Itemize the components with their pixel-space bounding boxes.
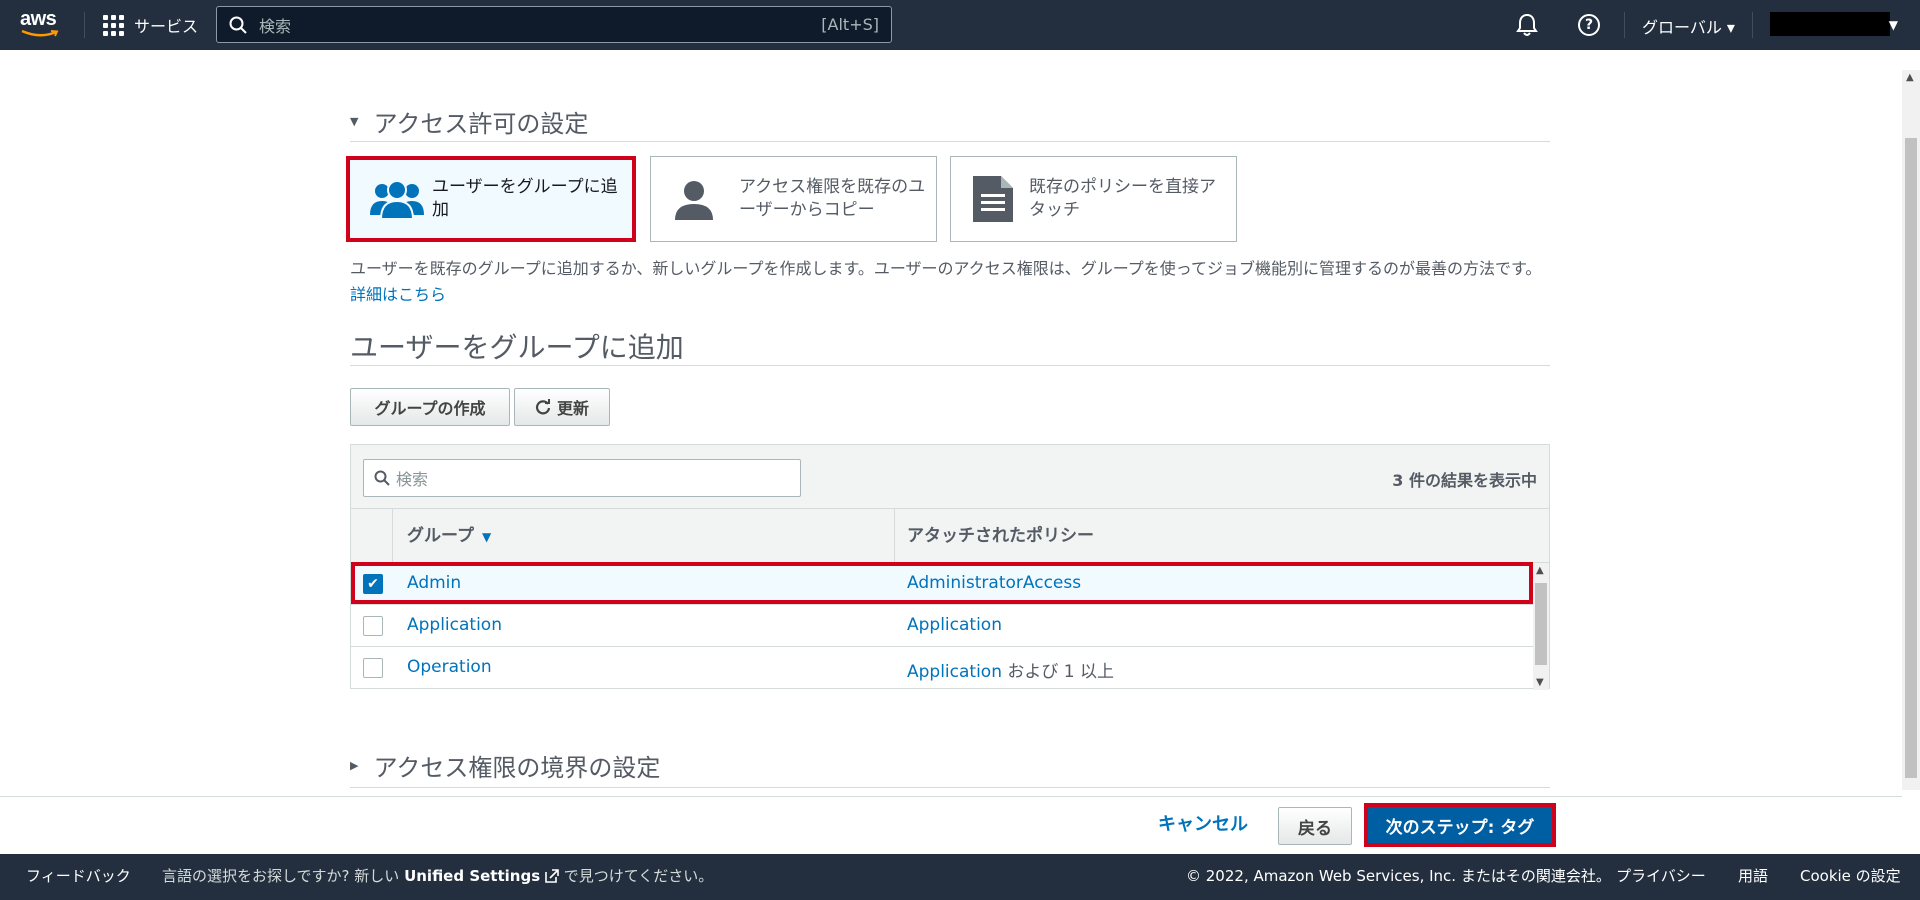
row-checkbox[interactable] bbox=[363, 658, 383, 678]
boundary-section-header[interactable]: ▶ アクセス権限の境界の設定 bbox=[350, 748, 1550, 788]
feedback-link[interactable]: フィードバック bbox=[26, 865, 131, 886]
row-checkbox[interactable]: ✔ bbox=[363, 574, 383, 594]
permissions-description: ユーザーを既存のグループに追加するか、新しいグループを作成します。ユーザーのアク… bbox=[350, 259, 1542, 304]
region-selector[interactable]: グローバル ▾ bbox=[1642, 14, 1735, 38]
global-search[interactable]: 検索 [Alt+S] bbox=[216, 6, 892, 43]
tile-copy-from-user[interactable]: アクセス権限を既存のユ ーザーからコピー bbox=[650, 156, 937, 242]
scroll-up-icon[interactable]: ▲ bbox=[1536, 565, 1544, 576]
scroll-thumb[interactable] bbox=[1905, 138, 1917, 778]
search-icon bbox=[229, 16, 247, 34]
table-header: グループ ▼ アタッチされたポリシー bbox=[351, 509, 1549, 563]
search-placeholder: 検索 bbox=[259, 16, 292, 36]
caret-right-icon: ▶ bbox=[350, 759, 359, 772]
search-placeholder: 検索 bbox=[396, 470, 429, 489]
aws-logo-text: aws bbox=[20, 8, 57, 30]
refresh-icon bbox=[535, 399, 551, 415]
table-row[interactable]: ✔ Admin AdministratorAccess bbox=[351, 563, 1533, 605]
results-count: 3 件の結果を表示中 bbox=[1392, 471, 1537, 490]
chevron-down-icon: ▼ bbox=[1888, 18, 1898, 32]
notifications-icon[interactable] bbox=[1516, 13, 1538, 41]
group-users-icon bbox=[370, 180, 424, 220]
nav-divider bbox=[84, 12, 85, 38]
account-menu[interactable]: ▼ bbox=[1770, 12, 1898, 36]
services-menu[interactable]: サービス bbox=[103, 13, 198, 37]
top-navigation: aws サービス 検索 [Alt+S] ? グローバル ▾ ▼ bbox=[0, 0, 1920, 50]
external-link-icon bbox=[545, 869, 559, 883]
cancel-button[interactable]: キャンセル bbox=[1158, 809, 1248, 841]
create-group-button[interactable]: グループの作成 bbox=[350, 388, 510, 426]
table-row[interactable]: Application Application bbox=[351, 605, 1533, 647]
group-name-link[interactable]: Application bbox=[407, 615, 502, 635]
scroll-up-icon[interactable]: ▲ bbox=[1906, 72, 1914, 83]
column-header-policies[interactable]: アタッチされたポリシー bbox=[907, 509, 1507, 563]
privacy-link[interactable]: プライバシー bbox=[1616, 865, 1706, 886]
wizard-action-bar: キャンセル 戻る 次のステップ: タグ bbox=[0, 796, 1902, 854]
group-name-link[interactable]: Admin bbox=[407, 573, 461, 593]
language-notice: 言語の選択をお探しですか? 新しい Unified Settings で見つけて… bbox=[162, 867, 714, 885]
tile-label: アクセス権限を既存のユ ーザーからコピー bbox=[739, 177, 926, 220]
user-icon bbox=[675, 181, 713, 220]
cookie-settings-link[interactable]: Cookie の設定 bbox=[1800, 865, 1901, 886]
group-section-title: ユーザーをグループに追加 bbox=[350, 326, 1550, 366]
policy-cell: AdministratorAccess bbox=[907, 573, 1081, 593]
apps-grid-icon bbox=[103, 14, 124, 36]
copyright: © 2022, Amazon Web Services, Inc. またはその関… bbox=[1186, 867, 1611, 885]
console-footer: フィードバック 言語の選択をお探しですか? 新しい Unified Settin… bbox=[0, 854, 1920, 900]
services-label: サービス bbox=[134, 17, 199, 36]
sort-desc-icon: ▼ bbox=[481, 530, 492, 544]
aws-logo[interactable]: aws bbox=[20, 9, 62, 41]
table-row[interactable]: Operation Application および 1 以上 bbox=[351, 647, 1533, 689]
column-header-group[interactable]: グループ ▼ bbox=[393, 509, 895, 563]
next-step-tags-button[interactable]: 次のステップ: タグ bbox=[1364, 803, 1556, 847]
group-search-input[interactable]: 検索 bbox=[363, 459, 801, 497]
scroll-thumb[interactable] bbox=[1535, 583, 1547, 665]
tile-attach-policies[interactable]: 既存のポリシーを直接ア タッチ bbox=[950, 156, 1237, 242]
permissions-section-header[interactable]: ▼ アクセス許可の設定 bbox=[350, 104, 1550, 142]
document-icon bbox=[973, 176, 1013, 222]
unified-settings-link[interactable]: Unified Settings bbox=[404, 867, 540, 885]
tile-label: ユーザーをグループに追 加 bbox=[432, 177, 618, 220]
policy-cell: Application bbox=[907, 615, 1002, 635]
search-shortcut: [Alt+S] bbox=[821, 15, 879, 34]
policy-link[interactable]: Application bbox=[907, 662, 1002, 682]
tile-label: 既存のポリシーを直接ア タッチ bbox=[1029, 177, 1216, 220]
aws-smile-icon bbox=[21, 29, 59, 37]
permissions-section-title: アクセス許可の設定 bbox=[373, 110, 589, 138]
policy-link[interactable]: Application bbox=[907, 615, 1002, 635]
caret-down-icon: ▼ bbox=[350, 115, 359, 128]
nav-divider bbox=[1624, 12, 1625, 38]
scroll-down-icon[interactable]: ▼ bbox=[1536, 677, 1544, 688]
group-name-link[interactable]: Operation bbox=[407, 657, 492, 677]
table-scrollbar[interactable]: ▲ ▼ bbox=[1533, 563, 1549, 690]
header-select-cell bbox=[351, 509, 393, 563]
nav-divider bbox=[1752, 12, 1753, 38]
groups-table: 検索 3 件の結果を表示中 グループ ▼ アタッチされたポリシー ✔ Admin … bbox=[350, 444, 1550, 690]
back-button[interactable]: 戻る bbox=[1278, 807, 1352, 845]
policy-link[interactable]: AdministratorAccess bbox=[907, 573, 1081, 593]
tile-add-user-to-group[interactable]: ユーザーをグループに追 加 bbox=[346, 156, 636, 242]
policy-cell: Application および 1 以上 bbox=[907, 662, 1115, 682]
boundary-section-title: アクセス権限の境界の設定 bbox=[373, 754, 661, 782]
terms-link[interactable]: 用語 bbox=[1738, 865, 1768, 886]
page-scrollbar[interactable]: ▲ bbox=[1902, 70, 1920, 790]
details-link[interactable]: 詳細はこちら bbox=[350, 285, 446, 304]
search-icon bbox=[374, 470, 390, 486]
help-icon[interactable]: ? bbox=[1578, 14, 1600, 36]
row-checkbox[interactable] bbox=[363, 616, 383, 636]
refresh-button[interactable]: 更新 bbox=[514, 388, 610, 426]
table-toolbar: 検索 3 件の結果を表示中 bbox=[351, 445, 1549, 509]
